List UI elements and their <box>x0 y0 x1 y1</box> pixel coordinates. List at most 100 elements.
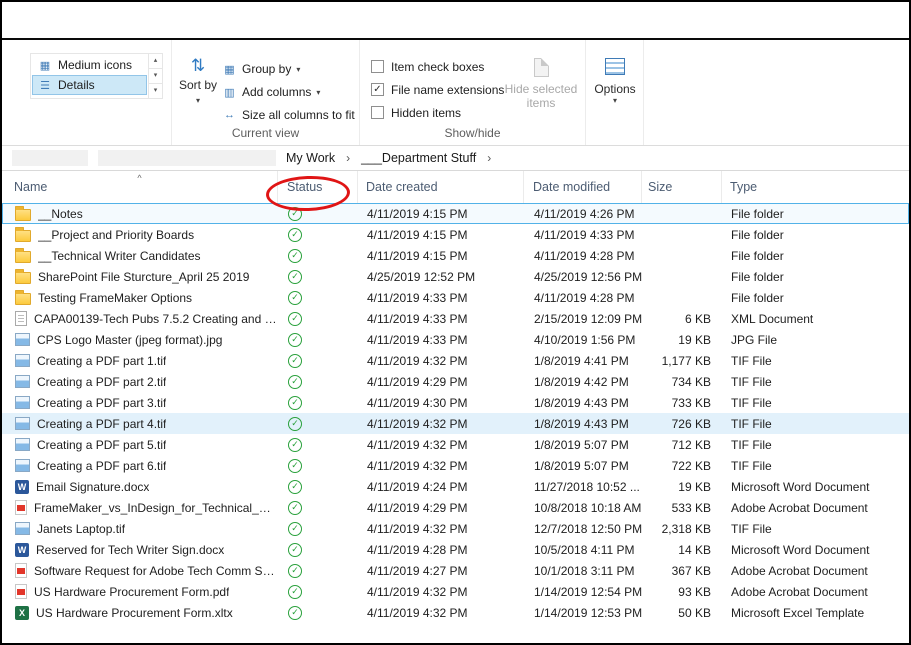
size-columns-label: Size all columns to fit <box>242 108 355 122</box>
status-cell: ✓ <box>279 372 359 391</box>
name-cell: CAPA00139-Tech Pubs 7.5.2 Creating and u… <box>3 309 279 328</box>
date-created-cell: 4/25/2019 12:52 PM <box>367 269 476 284</box>
status-cell: ✓ <box>279 519 359 538</box>
date-modified-cell: 1/8/2019 4:42 PM <box>534 374 629 389</box>
name-cell: __Project and Priority Boards <box>3 225 279 244</box>
size-cell: 733 KB <box>671 395 711 410</box>
sync-status-icon: ✓ <box>288 437 302 452</box>
file-name: Creating a PDF part 2.tif <box>37 374 167 389</box>
options-label: Options <box>594 82 636 96</box>
address-bar[interactable]: My Work › ___Department Stuff › <box>2 146 909 171</box>
checkbox-box-icon <box>371 106 384 119</box>
name-cell: SharePoint File Sturcture_April 25 2019 <box>3 267 279 286</box>
breadcrumb-separator-icon: › <box>346 151 351 165</box>
table-row[interactable]: __Technical Writer Candidates ✓ 4/11/2019 … <box>2 245 909 266</box>
status-cell: ✓ <box>279 309 359 328</box>
table-row[interactable]: __Notes ✓ 4/11/2019 4:15 PM 4/11/2019 4:26 … <box>2 203 909 224</box>
date-modified-cell: 4/11/2019 4:28 PM <box>534 290 635 305</box>
status-cell: ✓ <box>279 414 359 433</box>
date-modified-cell: 4/25/2019 12:56 PM <box>534 269 643 284</box>
column-header-date-modified[interactable]: Date modified <box>524 171 642 203</box>
options-icon <box>605 58 625 75</box>
date-modified-cell: 4/11/2019 4:33 PM <box>534 227 635 242</box>
word-file-icon: W <box>15 542 29 557</box>
breadcrumb-item[interactable]: ___Department Stuff <box>361 151 476 165</box>
checkbox-item-check-boxes[interactable]: Item check boxes <box>371 58 484 75</box>
table-row[interactable]: Creating a PDF part 2.tif ✓ 4/11/2019 4:29… <box>2 371 909 392</box>
type-cell: File folder <box>731 206 784 221</box>
column-header-label: Date modified <box>533 180 611 194</box>
size-cell: 19 KB <box>678 332 711 347</box>
date-modified-cell: 2/15/2019 12:09 PM <box>534 311 643 326</box>
status-cell: ✓ <box>279 603 359 622</box>
ribbon: ▦ Medium icons ☰ Details ▴ ▾ ▾ ⇅ Sort by ▾ … <box>2 40 909 146</box>
hide-selected-items-button[interactable]: Hide selected items <box>502 58 580 110</box>
gallery-more-button[interactable]: ▾ <box>149 84 162 98</box>
breadcrumb-item[interactable]: My Work <box>286 151 335 165</box>
checkbox-hidden-items[interactable]: Hidden items <box>371 104 461 121</box>
table-row[interactable]: US Hardware Procurement Form.pdf ✓ 4/11/20… <box>2 581 909 602</box>
date-created-cell: 4/11/2019 4:32 PM <box>367 458 468 473</box>
type-cell: TIF File <box>731 395 772 410</box>
image-file-icon <box>15 438 30 451</box>
column-header-type[interactable]: Type <box>722 171 909 203</box>
sort-by-button[interactable]: ⇅ Sort by ▾ <box>177 54 219 108</box>
table-row[interactable]: X US Hardware Procurement Form.xltx ✓ 4/11/… <box>2 602 909 623</box>
checkbox-box-icon: ✓ <box>371 83 384 96</box>
type-cell: Adobe Acrobat Document <box>731 584 868 599</box>
column-header-name[interactable]: Name ^ <box>2 171 278 203</box>
redacted-path-segment <box>12 150 88 166</box>
group-by-icon: ▦ <box>224 63 235 76</box>
table-row[interactable]: __Project and Priority Boards ✓ 4/11/2019 … <box>2 224 909 245</box>
size-all-columns-button[interactable]: ↔ Size all columns to fit <box>222 106 355 124</box>
layout-gallery-item[interactable]: ☰ Details <box>32 75 147 95</box>
column-header-label: Date created <box>366 180 438 194</box>
column-header-size[interactable]: Size <box>642 171 722 203</box>
date-modified-cell: 1/14/2019 12:53 PM <box>534 605 643 620</box>
size-cell: 14 KB <box>678 542 711 557</box>
table-row[interactable]: Software Request for Adobe Tech Comm Su.… <box>2 560 909 581</box>
group-by-button[interactable]: ▦ Group by ▾ <box>222 60 300 78</box>
table-row[interactable]: CAPA00139-Tech Pubs 7.5.2 Creating and u… <box>2 308 909 329</box>
name-cell: Creating a PDF part 4.tif <box>3 414 279 433</box>
table-row[interactable]: Testing FrameMaker Options ✓ 4/11/2019 4:3… <box>2 287 909 308</box>
file-name: Creating a PDF part 4.tif <box>37 416 167 431</box>
column-header-status[interactable]: Status <box>278 171 358 203</box>
table-row[interactable]: Creating a PDF part 3.tif ✓ 4/11/2019 4:30… <box>2 392 909 413</box>
name-cell: Testing FrameMaker Options <box>3 288 279 307</box>
column-header-date-created[interactable]: Date created <box>358 171 524 203</box>
status-cell: ✓ <box>279 225 359 244</box>
size-cell <box>643 225 723 244</box>
date-created-cell: 4/11/2019 4:27 PM <box>367 563 468 578</box>
table-row[interactable]: W Reserved for Tech Writer Sign.docx ✓ 4/11… <box>2 539 909 560</box>
table-row[interactable]: Creating a PDF part 4.tif ✓ 4/11/2019 4:32… <box>2 413 909 434</box>
table-row[interactable]: CPS Logo Master (jpeg format).jpg ✓ 4/11/2… <box>2 329 909 350</box>
word-file-icon: W <box>15 479 29 494</box>
options-button[interactable]: Options ▾ <box>593 58 637 105</box>
name-cell: X US Hardware Procurement Form.xltx <box>3 603 279 622</box>
table-row[interactable]: Janets Laptop.tif ✓ 4/11/2019 4:32 PM 12/7/… <box>2 518 909 539</box>
table-row[interactable]: FrameMaker_vs_InDesign_for_Technical_Do.… <box>2 497 909 518</box>
chevron-down-icon: ▾ <box>612 96 617 105</box>
status-cell: ✓ <box>279 288 359 307</box>
table-row[interactable]: W Email Signature.docx ✓ 4/11/2019 4:24 PM 1… <box>2 476 909 497</box>
table-row[interactable]: Creating a PDF part 6.tif ✓ 4/11/2019 4:32… <box>2 455 909 476</box>
date-modified-cell: 12/7/2018 12:50 PM <box>534 521 643 536</box>
table-row[interactable]: Creating a PDF part 1.tif ✓ 4/11/2019 4:32… <box>2 350 909 371</box>
status-cell: ✓ <box>279 393 359 412</box>
file-name: CAPA00139-Tech Pubs 7.5.2 Creating and u… <box>34 311 279 326</box>
status-cell: ✓ <box>279 435 359 454</box>
add-columns-button[interactable]: ▥ Add columns ▾ <box>222 83 320 101</box>
table-row[interactable]: Creating a PDF part 5.tif ✓ 4/11/2019 4:32… <box>2 434 909 455</box>
layout-gallery-item[interactable]: ▦ Medium icons <box>32 55 147 75</box>
gallery-scroll-down-button[interactable]: ▾ <box>149 69 162 84</box>
image-file-icon <box>15 417 30 430</box>
status-cell: ✓ <box>279 204 359 223</box>
name-cell: FrameMaker_vs_InDesign_for_Technical_Do.… <box>3 498 279 517</box>
size-cell: 533 KB <box>671 500 711 515</box>
checkbox-file-name-extensions[interactable]: ✓ File name extensions <box>371 81 504 98</box>
gallery-scroll-up-button[interactable]: ▴ <box>149 54 162 69</box>
file-name: __Notes <box>38 206 83 221</box>
pdf-file-icon <box>15 584 27 599</box>
table-row[interactable]: SharePoint File Sturcture_April 25 2019 ✓… <box>2 266 909 287</box>
